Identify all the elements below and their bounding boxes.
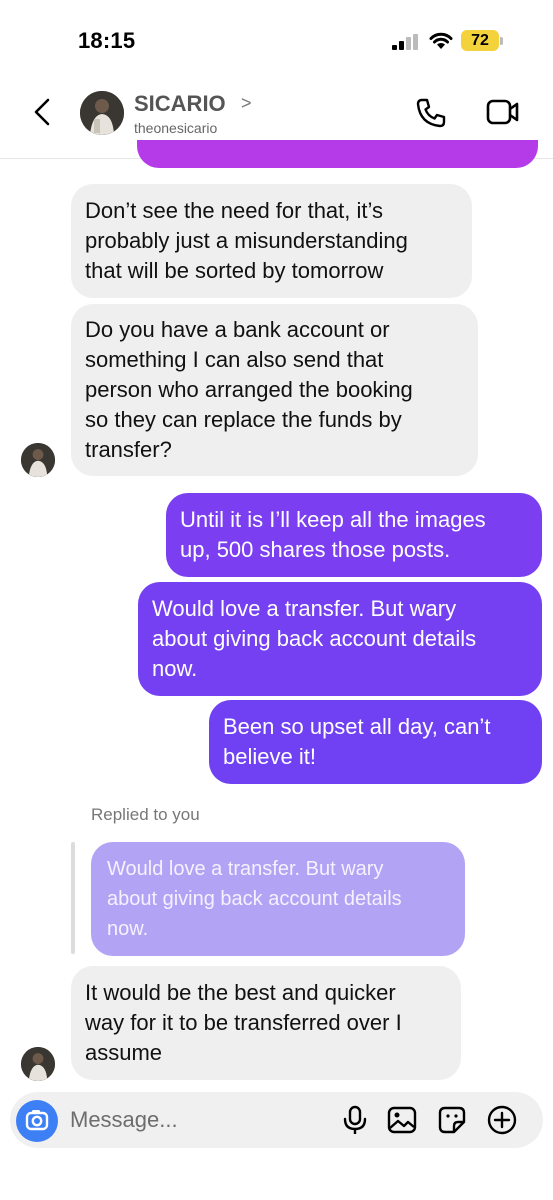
camera-button[interactable]	[16, 1100, 58, 1142]
camera-icon	[25, 1110, 49, 1131]
incoming-message[interactable]: Don’t see the need for that, it’s probab…	[71, 184, 472, 298]
cellular-signal-icon	[392, 34, 418, 50]
back-chevron-icon[interactable]	[30, 96, 56, 128]
message-input[interactable]: Message...	[70, 1107, 178, 1133]
status-time: 18:15	[78, 28, 136, 53]
sticker-icon[interactable]	[436, 1104, 468, 1136]
replied-label: Replied to you	[91, 805, 200, 824]
battery-nub	[500, 37, 503, 45]
quoted-message[interactable]: Would love a transfer. But wary about gi…	[91, 842, 465, 956]
contact-avatar[interactable]	[80, 91, 124, 135]
sender-avatar[interactable]	[21, 443, 55, 477]
contact-username: theonesicario	[134, 120, 218, 136]
incoming-message[interactable]: It would be the best and quicker way for…	[71, 966, 461, 1080]
outgoing-message[interactable]: Would love a transfer. But wary about gi…	[138, 582, 542, 696]
incoming-message[interactable]: Do you have a bank account or something …	[71, 304, 478, 476]
video-camera-icon[interactable]	[486, 98, 520, 126]
outgoing-message[interactable]: Been so upset all day, can’t believe it!	[209, 700, 542, 784]
gallery-icon[interactable]	[386, 1104, 418, 1136]
wifi-icon	[429, 32, 453, 49]
microphone-icon[interactable]	[339, 1104, 371, 1136]
outgoing-message[interactable]: Until it is I’ll keep all the images up,…	[166, 493, 542, 577]
profile-chevron-icon[interactable]: >	[241, 93, 252, 114]
contact-name[interactable]: SICARIO	[134, 91, 226, 117]
phone-icon[interactable]	[414, 96, 448, 130]
plus-icon[interactable]	[486, 1104, 518, 1136]
reply-indicator-bar	[71, 842, 75, 954]
sender-avatar[interactable]	[21, 1047, 55, 1081]
partial-sent-bubble[interactable]	[137, 140, 538, 168]
battery-indicator: 72	[461, 30, 499, 51]
